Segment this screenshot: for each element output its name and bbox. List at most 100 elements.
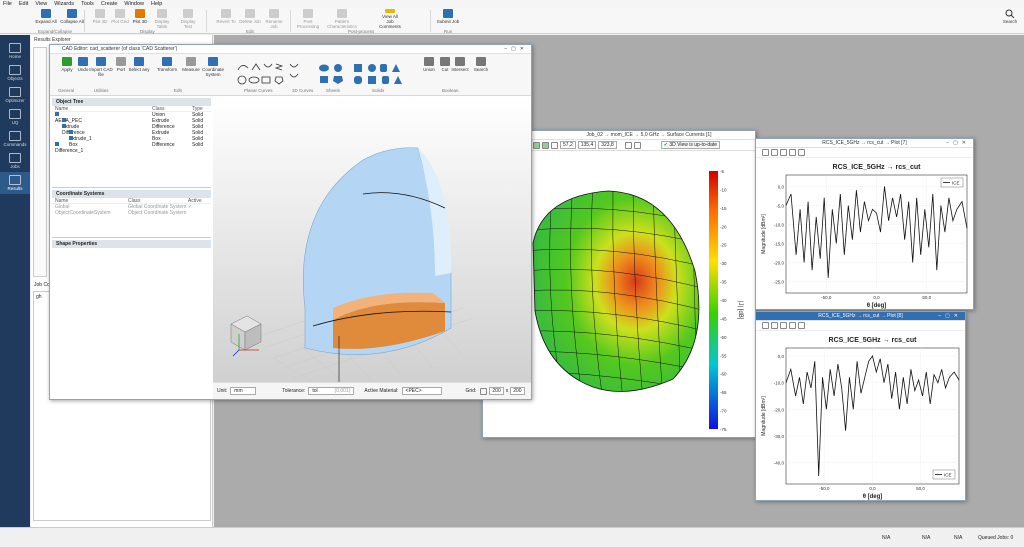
helix-icon[interactable] [274,63,284,71]
home-icon[interactable] [762,149,769,156]
nav-item-results[interactable]: Results [0,172,30,194]
rectangle-icon[interactable] [261,76,271,84]
spline-icon[interactable] [263,63,273,68]
pan-icon[interactable] [780,322,787,329]
menu-window[interactable]: Window [124,1,144,7]
ribbon-button-rename-job[interactable]: Rename Job [262,9,286,29]
coord-systems-list[interactable]: Global Global Coordinate System ✓ ObjectCoo… [52,204,211,216]
export-icon[interactable] [789,322,796,329]
legend-icon[interactable] [798,322,805,329]
sheet-poly-icon[interactable] [333,76,343,84]
material-select[interactable]: <PEC> [401,387,442,395]
status-bar: N/A N/A N/A Queued Jobs: 0 [0,527,1024,547]
tolerance-field[interactable]: tol (0,001) [308,387,355,395]
colorbar-tick: -30 [720,261,727,266]
colorbar-tick: -65 [720,390,727,395]
cad-button-label: Undo [77,67,89,72]
grid-icon[interactable] [480,387,488,395]
menu-create[interactable]: Create [101,1,118,7]
theta-field[interactable]: 135,4 [577,141,597,149]
ribbon-button-display-text[interactable]: Display Text [176,9,200,29]
object-tree[interactable]: AEGA_PEC Union Solid Extrude Extrude Solid Dif… [52,112,211,154]
loft-icon[interactable] [394,76,402,84]
colorbar-tick: -55 [720,353,727,358]
torus-icon[interactable] [354,76,362,84]
tree-row[interactable]: Difference_1 Difference Solid [52,142,211,154]
rotate-icon[interactable] [542,141,549,149]
revolve-icon[interactable] [382,76,389,84]
legend-icon[interactable] [798,149,805,156]
sheet-circle-icon[interactable] [334,64,342,72]
cylinder-icon[interactable] [380,64,387,72]
results-tree[interactable] [33,47,47,277]
circle-icon[interactable] [237,75,247,85]
box-icon[interactable] [354,64,362,72]
cone-icon[interactable] [392,64,400,72]
commands-icon [9,131,21,141]
cad-button-label: Measure [182,67,200,72]
menu-file[interactable]: File [3,1,12,7]
colorbar-tick: -35 [720,280,727,285]
import-cad-file-icon [96,57,106,66]
sheet-rect-icon[interactable] [320,76,328,83]
nav-item-commands[interactable]: Commands [0,128,30,150]
arc-icon[interactable] [237,65,249,71]
menu-view[interactable]: View [35,1,47,7]
home-icon[interactable] [762,322,769,329]
cad-toolbar: Apply Undo Import CAD file Port Select any Tr… [50,54,531,96]
zoom-icon[interactable] [771,322,778,329]
ribbon-button-delete-job[interactable]: Delete Job [238,9,262,29]
menu-edit[interactable]: Edit [19,1,28,7]
curve3d-icon[interactable] [289,63,299,78]
grid-a-field[interactable]: 200 [489,387,504,395]
menu-tools[interactable]: Tools [81,1,94,7]
menu-wizards[interactable]: Wizards [54,1,74,7]
nav-item-home[interactable]: Home [0,40,30,62]
nav-item-uq[interactable]: UQ [0,106,30,128]
search-button[interactable]: Search [998,9,1022,29]
zoom-icon[interactable] [771,149,778,156]
cad-button-coordinate-system[interactable]: Coordinate System [200,57,226,77]
plot7-chart[interactable]: RCS_ICE_5GHz → rcs_cut 0,0 -5,0 -10,0 -15,0 -… [756,159,973,309]
cad-3d-viewport[interactable] [213,98,531,382]
pan-icon[interactable] [780,149,787,156]
ribbon-button-post-processing[interactable]: Post Processing [296,9,320,29]
menu-help[interactable]: Help [151,1,162,7]
ribbon-button-collapse-all[interactable]: Collapse All [60,9,84,29]
phi-field[interactable]: 57,2 [560,141,576,149]
settings-icon[interactable] [633,141,641,149]
ribbon-button-view-all-job-comments[interactable]: View All Job Comments [378,9,402,29]
plot8-title-bar: RCS_ICE_5GHz → rcs_cut → Plot [8] –▢✕ [756,312,965,321]
cad-button-select-any[interactable]: Select any [126,57,152,77]
ellipse-icon[interactable] [248,76,260,84]
nav-item-optimizer[interactable]: Optimizer [0,84,30,106]
nav-item-objects[interactable]: Objects [0,62,30,84]
ribbon-button-submit-job[interactable]: Submit Job [436,9,460,29]
cad-group-label: Planar Curves [244,88,273,93]
ribbon-button-expand-all[interactable]: Expand All [34,9,58,29]
ribbon-button-plot-3d[interactable]: Plot 3D [128,9,152,29]
extrude-icon[interactable] [368,76,376,84]
distance-field[interactable]: 323,8 [598,141,617,149]
headform-surface [532,190,700,392]
nav-item-jobs[interactable]: Jobs [0,150,30,172]
plot8-chart[interactable]: RCS_ICE_5GHz → rcs_cut 0,0 -10,0 -20,0 -30,0… [756,332,965,500]
uq-icon [9,109,21,119]
coord-row[interactable]: ObjectCoordinateSystem Object Coordinate … [52,210,211,216]
grid-b-field[interactable]: 200 [510,387,525,395]
polygon-icon[interactable] [274,76,284,85]
ribbon: Expand All Collapse All Plot 3D Plot Grid Pl… [0,8,1024,34]
colorbar-tick: -40 [720,298,727,303]
fit-icon[interactable] [551,141,558,149]
refresh-icon[interactable] [533,141,540,149]
unit-select[interactable]: mm [230,387,257,395]
ribbon-button-display-table[interactable]: Display Table [150,9,174,29]
camera-icon[interactable] [624,141,632,149]
export-icon[interactable] [789,149,796,156]
ribbon-button-pattern-characteristics[interactable]: Pattern Characteristics [327,9,357,29]
polyline-icon[interactable] [251,63,261,71]
sheet-ellipse-icon[interactable] [319,64,329,72]
cad-button-transform[interactable]: Transform [154,57,180,77]
ribbon-button-revert-to[interactable]: Revert To [214,9,238,29]
sphere-icon[interactable] [368,64,376,72]
